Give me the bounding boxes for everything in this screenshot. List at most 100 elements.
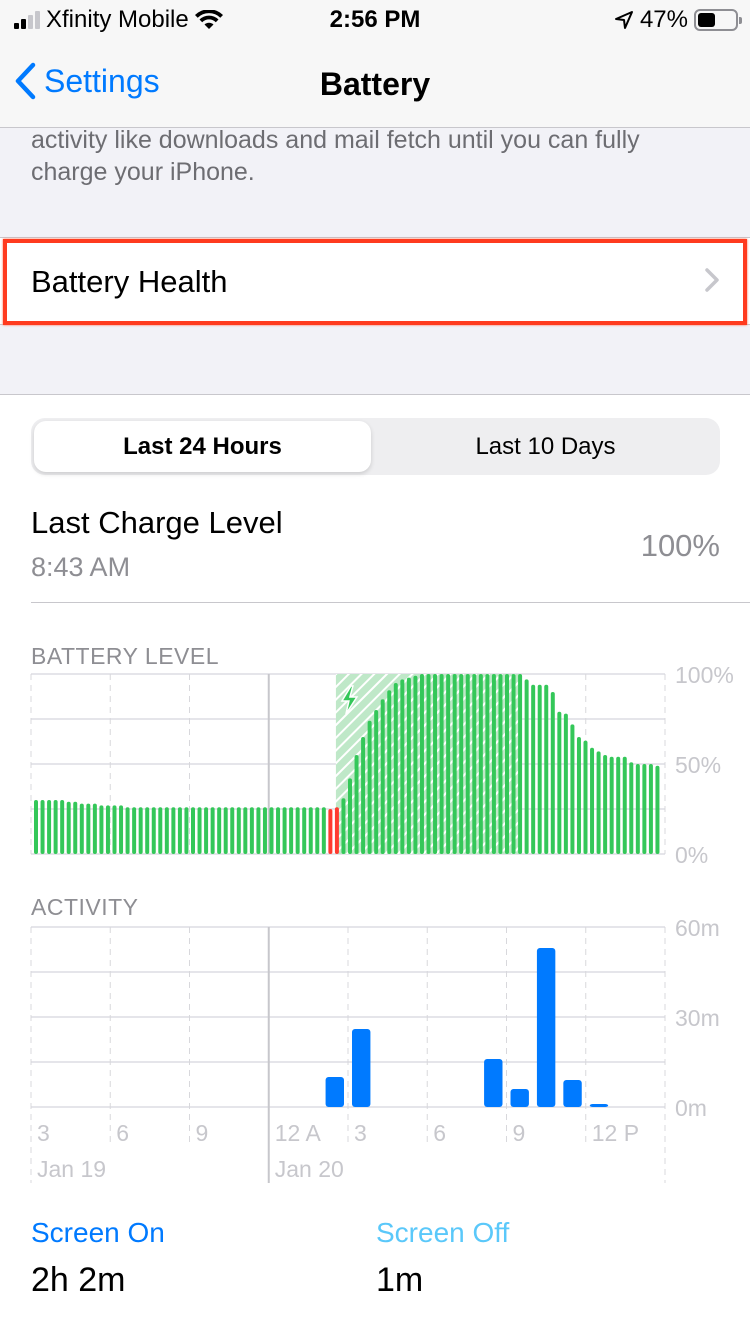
battery-bar xyxy=(204,807,209,854)
battery-bar xyxy=(164,807,169,854)
battery-bar xyxy=(86,803,91,854)
battery-health-label: Battery Health xyxy=(31,264,228,299)
battery-bar xyxy=(138,807,143,854)
battery-percent: 47% xyxy=(639,6,688,33)
battery-bar xyxy=(66,801,71,854)
activity-bar xyxy=(484,1059,503,1107)
battery-bar xyxy=(544,684,549,854)
battery-bar xyxy=(583,740,588,854)
y-tick-label: 30m xyxy=(675,1005,720,1031)
battery-bar xyxy=(393,683,398,854)
battery-bar xyxy=(236,807,241,854)
battery-bar xyxy=(92,803,97,854)
battery-bar xyxy=(262,807,267,854)
chevron-right-icon xyxy=(705,268,719,292)
screen-on-label: Screen On xyxy=(31,1217,165,1248)
y-tick-label: 60m xyxy=(675,917,720,941)
battery-bar xyxy=(79,803,84,854)
section-footer-text: activity like downloads and mail fetch u… xyxy=(31,126,640,186)
battery-bar xyxy=(648,764,653,854)
battery-usage-section: Last 24 Hours Last 10 Days Last Charge L… xyxy=(0,394,750,1334)
battery-bar xyxy=(125,807,130,854)
battery-bar xyxy=(328,809,333,854)
screen-on-value: 2h 2m xyxy=(31,1261,126,1299)
activity-bar xyxy=(589,1104,609,1107)
battery-bar xyxy=(105,805,110,854)
last-charge-title: Last Charge Level xyxy=(31,505,283,540)
battery-bar xyxy=(439,674,444,854)
battery-bar xyxy=(433,674,438,854)
battery-bar xyxy=(557,711,562,854)
battery-bar xyxy=(308,807,313,854)
activity-bar xyxy=(325,1077,344,1107)
battery-bar xyxy=(112,805,117,854)
battery-bar xyxy=(406,677,411,854)
battery-bar xyxy=(603,755,608,854)
date-label: Jan 20 xyxy=(275,1156,344,1182)
battery-bar xyxy=(269,807,274,854)
battery-bar xyxy=(295,807,300,854)
battery-bar xyxy=(348,778,352,854)
battery-bar xyxy=(518,674,523,854)
battery-bar xyxy=(145,807,150,854)
battery-level-chart: 100% 50% 0% xyxy=(30,665,734,868)
battery-bar xyxy=(452,674,457,854)
battery-bar xyxy=(635,764,640,854)
battery-bar xyxy=(34,800,38,854)
battery-bar xyxy=(151,807,156,854)
battery-bar xyxy=(413,675,418,854)
battery-bar xyxy=(498,674,503,854)
battery-bar xyxy=(380,699,385,854)
battery-bar xyxy=(60,800,65,854)
battery-bar xyxy=(472,674,477,854)
battery-bar xyxy=(321,807,326,854)
battery-bar xyxy=(53,800,58,854)
battery-bar xyxy=(276,807,281,854)
activity-bar xyxy=(352,1029,371,1107)
battery-bar xyxy=(243,807,248,854)
battery-bar xyxy=(230,807,235,854)
x-tick-label: 6 xyxy=(433,1120,446,1146)
x-tick-label: 12 A xyxy=(275,1120,322,1146)
activity-bar xyxy=(563,1080,582,1107)
battery-bar xyxy=(132,807,137,854)
battery-bar xyxy=(334,807,339,854)
battery-bar xyxy=(217,807,222,854)
battery-health-row[interactable]: Battery Health xyxy=(0,237,750,325)
battery-bar xyxy=(563,713,568,854)
battery-bar xyxy=(171,807,176,854)
x-tick-label: 9 xyxy=(513,1120,526,1146)
battery-bar xyxy=(387,690,392,854)
battery-bar xyxy=(629,762,634,854)
y-tick-label: 0m xyxy=(675,1095,707,1121)
battery-bar xyxy=(184,807,189,854)
battery-bar xyxy=(622,756,627,854)
battery-bar xyxy=(47,800,52,854)
battery-bar xyxy=(223,807,228,854)
battery-bar xyxy=(400,679,405,854)
battery-bar xyxy=(485,674,490,854)
date-label: Jan 19 xyxy=(37,1156,106,1182)
battery-bar xyxy=(537,684,542,854)
battery-bar xyxy=(158,807,163,854)
tab-last-24-hours[interactable]: Last 24 Hours xyxy=(34,421,371,472)
battery-bar xyxy=(256,807,261,854)
battery-bar xyxy=(419,674,424,854)
x-tick-label: 3 xyxy=(354,1120,367,1146)
battery-bar xyxy=(511,674,516,854)
divider xyxy=(31,602,750,603)
battery-bar xyxy=(576,737,581,854)
battery-bar xyxy=(550,692,555,854)
battery-bar xyxy=(40,800,45,854)
y-tick-label: 0% xyxy=(675,842,708,868)
screen-off-value: 1m xyxy=(376,1261,424,1299)
battery-bar xyxy=(210,807,215,854)
battery-bar xyxy=(374,710,379,854)
location-arrow-icon xyxy=(614,11,633,29)
battery-bar xyxy=(367,720,372,854)
activity-chart: 60m 30m 0m 3 6 9 12 A 3 6 9 12 P Jan 19 Jan 20 xyxy=(30,917,720,1183)
x-tick-label: 9 xyxy=(196,1120,209,1146)
page-title: Battery xyxy=(319,66,431,102)
tab-last-10-days[interactable]: Last 10 Days xyxy=(374,421,717,472)
y-tick-label: 50% xyxy=(675,752,721,778)
